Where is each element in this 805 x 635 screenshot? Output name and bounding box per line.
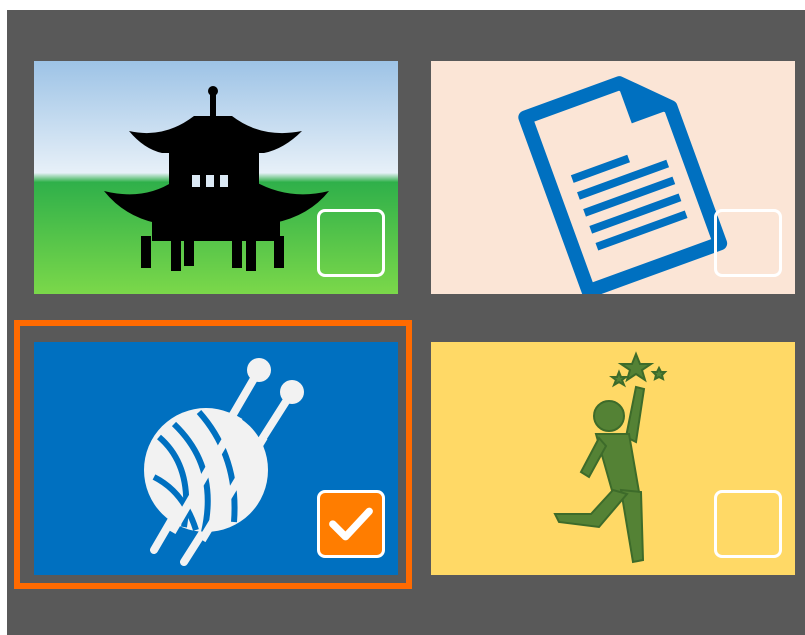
selection-highlight-frame [14, 320, 412, 589]
tile-document[interactable] [431, 61, 795, 294]
tile-pagoda[interactable] [34, 61, 398, 294]
tile-checkbox-unchecked[interactable] [317, 209, 385, 277]
tile-checkbox-unchecked[interactable] [714, 490, 782, 558]
tile-achievement[interactable] [431, 342, 795, 575]
tile-checkbox-unchecked[interactable] [714, 209, 782, 277]
